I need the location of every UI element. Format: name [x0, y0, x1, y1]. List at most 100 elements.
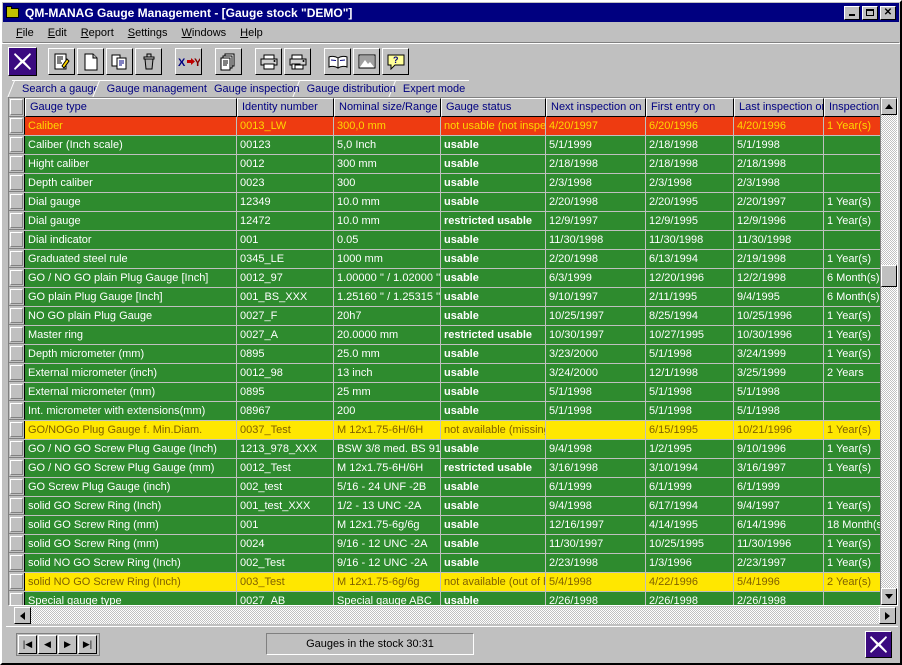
cell-first[interactable]: 6/1/1999 — [646, 478, 734, 496]
cell-type[interactable]: Hight caliber — [25, 155, 237, 173]
cell-type[interactable]: solid GO Screw Ring (mm) — [25, 516, 237, 534]
cell-nominal[interactable]: 25 mm — [334, 383, 441, 401]
cell-status[interactable]: usable — [441, 440, 546, 458]
cell-type[interactable]: Master ring — [25, 326, 237, 344]
cell-next[interactable]: 6/3/1999 — [546, 269, 646, 287]
cell-first[interactable]: 5/1/1998 — [646, 402, 734, 420]
row-selector[interactable] — [9, 117, 25, 135]
row-selector[interactable] — [9, 478, 25, 496]
cell-ident[interactable]: 0012_98 — [237, 364, 334, 382]
cell-status[interactable]: usable — [441, 269, 546, 287]
cell-status[interactable]: not available (out of h — [441, 573, 546, 591]
scroll-thumb-vertical[interactable] — [881, 265, 897, 287]
cell-first[interactable]: 4/14/1995 — [646, 516, 734, 534]
cell-ident[interactable]: 1213_978_XXX — [237, 440, 334, 458]
cell-ident[interactable]: 001 — [237, 231, 334, 249]
cell-period[interactable]: 1 Year(s) — [824, 345, 880, 363]
cell-period[interactable]: 2 Year(s) — [824, 573, 880, 591]
cell-last[interactable]: 10/30/1996 — [734, 326, 824, 344]
cell-ident[interactable]: 0012 — [237, 155, 334, 173]
cell-next[interactable]: 5/1/1999 — [546, 136, 646, 154]
row-selector[interactable] — [9, 250, 25, 268]
cell-next[interactable]: 5/4/1998 — [546, 573, 646, 591]
column-header-nominal[interactable]: Nominal size/Range — [334, 98, 441, 117]
cell-period[interactable]: 18 Month(s) — [824, 516, 880, 534]
table-row[interactable]: Int. micrometer with extensions(mm) 08967… — [9, 402, 880, 421]
cell-first[interactable]: 2/20/1995 — [646, 193, 734, 211]
cell-last[interactable]: 2/3/1998 — [734, 174, 824, 192]
cell-ident[interactable]: 002_test — [237, 478, 334, 496]
table-row[interactable]: External micrometer (inch) 0012_98 13 inch… — [9, 364, 880, 383]
cell-next[interactable]: 2/23/1998 — [546, 554, 646, 572]
row-selector[interactable] — [9, 193, 25, 211]
cell-type[interactable]: Dial indicator — [25, 231, 237, 249]
cell-period[interactable] — [824, 478, 880, 496]
cell-next[interactable]: 2/26/1998 — [546, 592, 646, 605]
cell-type[interactable]: Caliber (Inch scale) — [25, 136, 237, 154]
row-selector[interactable] — [9, 288, 25, 306]
cell-ident[interactable]: 0023 — [237, 174, 334, 192]
column-header-ident[interactable]: Identity number — [237, 98, 334, 117]
cell-nominal[interactable]: 9/16 - 12 UNC -2A — [334, 535, 441, 553]
tab-gauge-management[interactable]: Gauge management — [96, 80, 211, 97]
cell-nominal[interactable]: 13 inch — [334, 364, 441, 382]
menu-help[interactable]: Help — [233, 26, 270, 40]
cell-type[interactable]: Dial gauge — [25, 212, 237, 230]
nav-last-button[interactable]: ▶| — [78, 634, 97, 654]
cell-last[interactable]: 12/9/1996 — [734, 212, 824, 230]
column-header-first[interactable]: First entry on — [646, 98, 734, 117]
cell-nominal[interactable]: Special gauge ABC — [334, 592, 441, 605]
table-row[interactable]: Dial indicator 001 0.05 usable 11/30/1998 11/… — [9, 231, 880, 250]
cell-ident[interactable]: 0027_AB — [237, 592, 334, 605]
xy-convert-button[interactable]: X Y — [175, 48, 202, 75]
table-row[interactable]: External micrometer (mm) 0895 25 mm usable 5… — [9, 383, 880, 402]
menu-edit[interactable]: Edit — [41, 26, 74, 40]
cell-type[interactable]: External micrometer (inch) — [25, 364, 237, 382]
cell-status[interactable]: usable — [441, 345, 546, 363]
cell-status[interactable]: restricted usable — [441, 326, 546, 344]
cell-type[interactable]: GO/NOGo Plug Gauge f. Min.Diam. — [25, 421, 237, 439]
cell-type[interactable]: solid NO GO Screw Ring (Inch) — [25, 554, 237, 572]
cell-period[interactable] — [824, 402, 880, 420]
cell-next[interactable]: 3/23/2000 — [546, 345, 646, 363]
cell-ident[interactable]: 12472 — [237, 212, 334, 230]
cell-period[interactable]: 1 Year(s) — [824, 307, 880, 325]
cell-type[interactable]: Special gauge type — [25, 592, 237, 605]
cell-last[interactable]: 5/1/1998 — [734, 383, 824, 401]
cell-next[interactable]: 3/16/1998 — [546, 459, 646, 477]
row-selector[interactable] — [9, 212, 25, 230]
cell-period[interactable]: 1 Year(s) — [824, 117, 880, 135]
horizontal-scrollbar[interactable] — [14, 607, 896, 624]
print-button[interactable] — [255, 48, 282, 75]
cell-type[interactable]: solid NO GO Screw Ring (Inch) — [25, 573, 237, 591]
table-row[interactable]: Caliber 0013_LW 300,0 mm not usable (not in… — [9, 117, 880, 136]
edit-record-button[interactable] — [48, 48, 75, 75]
cell-status[interactable]: usable — [441, 516, 546, 534]
cell-last[interactable]: 3/25/1999 — [734, 364, 824, 382]
new-record-button[interactable] — [77, 48, 104, 75]
menu-settings[interactable]: Settings — [121, 26, 175, 40]
table-row[interactable]: Special gauge type 0027_AB Special gauge A… — [9, 592, 880, 605]
cell-next[interactable]: 4/20/1997 — [546, 117, 646, 135]
cell-ident[interactable]: 0345_LE — [237, 250, 334, 268]
row-selector[interactable] — [9, 516, 25, 534]
menu-windows[interactable]: Windows — [175, 26, 234, 40]
cell-status[interactable]: not available (missing) — [441, 421, 546, 439]
maximize-button[interactable] — [862, 5, 878, 20]
cell-nominal[interactable]: 20.0000 mm — [334, 326, 441, 344]
scroll-up-button[interactable] — [881, 98, 897, 115]
cell-period[interactable]: 1 Year(s) — [824, 250, 880, 268]
nav-next-button[interactable]: ▶ — [58, 634, 77, 654]
cell-period[interactable] — [824, 155, 880, 173]
cell-next[interactable]: 9/10/1997 — [546, 288, 646, 306]
cell-period[interactable] — [824, 174, 880, 192]
cell-type[interactable]: External micrometer (mm) — [25, 383, 237, 401]
cell-ident[interactable]: 12349 — [237, 193, 334, 211]
cell-period[interactable]: 1 Year(s) — [824, 497, 880, 515]
cell-type[interactable]: Depth micrometer (mm) — [25, 345, 237, 363]
cell-nominal[interactable]: 300 — [334, 174, 441, 192]
table-row[interactable]: Dial gauge 12349 10.0 mm usable 2/20/1998 2/2… — [9, 193, 880, 212]
row-selector[interactable] — [9, 326, 25, 344]
minimize-button[interactable] — [844, 5, 860, 20]
table-row[interactable]: Depth micrometer (mm) 0895 25.0 mm usable 3/… — [9, 345, 880, 364]
